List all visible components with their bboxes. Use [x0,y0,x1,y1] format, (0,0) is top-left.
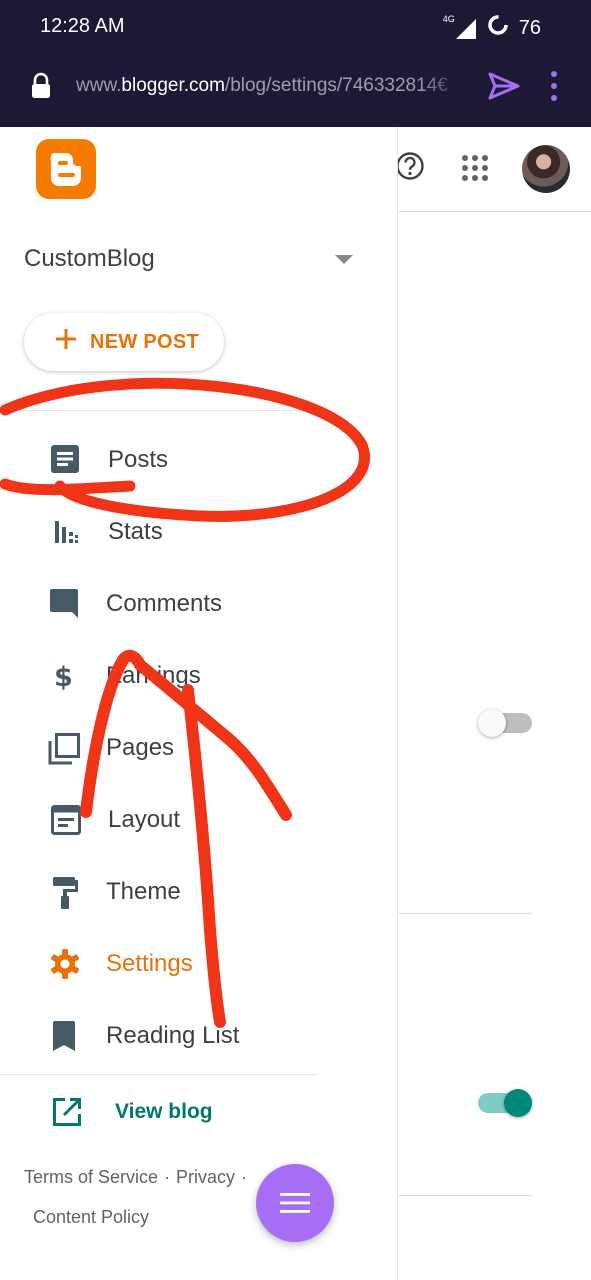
nav-label-reading-list: Reading List [106,1022,240,1049]
bookmark-icon [53,1021,83,1051]
setting-toggle-on[interactable] [478,1089,534,1117]
settings-divider [398,1195,533,1196]
send-icon[interactable] [486,68,522,109]
nav-label-earnings: Earnings [106,662,201,689]
blogger-logo[interactable] [36,139,96,199]
signal-icon: 4G [443,14,477,39]
dollar-icon: $ [53,661,83,693]
navigation-drawer: CustomBlog NEW POST Posts Stats Comments… [0,127,398,1280]
menu-fab-button[interactable] [256,1164,334,1242]
new-post-button[interactable]: NEW POST [24,313,224,371]
url-bar[interactable]: www.blogger.com/blog/settings/746332814€ [0,62,591,112]
status-time: 12:28 AM [40,15,125,37]
paint-roller-icon [53,877,83,909]
view-blog-label: View blog [115,1100,213,1123]
nav-label-stats: Stats [108,518,163,545]
status-icons: 4G 76 [443,14,541,42]
blog-name[interactable]: CustomBlog [24,245,155,273]
pages-icon [48,733,80,765]
comment-icon [50,589,80,619]
open-external-icon [52,1097,82,1132]
privacy-link[interactable]: Privacy [176,1167,235,1187]
nav-item-earnings[interactable]: $ Earnings [0,645,397,705]
battery-ring-icon [487,14,509,42]
nav-label-theme: Theme [106,878,181,905]
posts-icon [51,445,81,475]
svg-text:$: $ [54,662,73,691]
plus-icon [54,327,78,356]
url-text[interactable]: www.blogger.com/blog/settings/746332814€ [76,75,466,97]
nav-label-layout: Layout [108,806,181,833]
menu-icon [280,1193,310,1213]
chevron-down-icon[interactable] [335,255,353,264]
layout-icon [51,805,81,835]
header-divider [398,211,591,212]
more-options-icon[interactable] [549,70,559,107]
terms-link[interactable]: Terms of Service [24,1167,158,1187]
avatar[interactable] [522,145,570,193]
settings-divider [398,913,533,914]
footer-separator: · [241,1167,248,1187]
nav-label-comments: Comments [106,590,223,617]
lock-icon[interactable] [30,72,52,105]
view-blog-link[interactable]: View blog [0,1092,397,1142]
nav-label-pages: Pages [106,734,175,761]
setting-toggle-off[interactable] [478,709,534,737]
browser-top-bar: 12:28 AM 4G 76 www.blogger.com/blog/sett… [0,0,591,127]
nav-item-settings[interactable]: Settings [0,933,397,993]
nav-item-pages[interactable]: Pages [0,717,397,777]
gear-icon [50,949,80,979]
nav-item-comments[interactable]: Comments [0,573,397,633]
nav-label-settings: Settings [106,950,193,977]
drawer-divider [0,410,318,411]
drawer-divider [0,1074,318,1075]
stats-icon [55,521,85,551]
footer-links: Terms of Service · Privacy · Content Policy [24,1157,284,1237]
footer-separator: · [164,1167,171,1187]
nav-label-posts: Posts [108,446,169,473]
nav-item-posts[interactable]: Posts [0,429,397,489]
battery-level: 76 [518,16,541,39]
nav-item-theme[interactable]: Theme [0,861,397,921]
url-domain: blogger.com [121,75,225,96]
nav-item-reading-list[interactable]: Reading List [0,1005,397,1065]
new-post-label: NEW POST [90,331,200,353]
nav-item-layout[interactable]: Layout [0,789,397,849]
help-icon[interactable] [396,150,424,187]
apps-grid-icon[interactable] [461,154,489,187]
content-policy-link[interactable]: Content Policy [33,1207,149,1227]
nav-item-stats[interactable]: Stats [0,501,397,561]
